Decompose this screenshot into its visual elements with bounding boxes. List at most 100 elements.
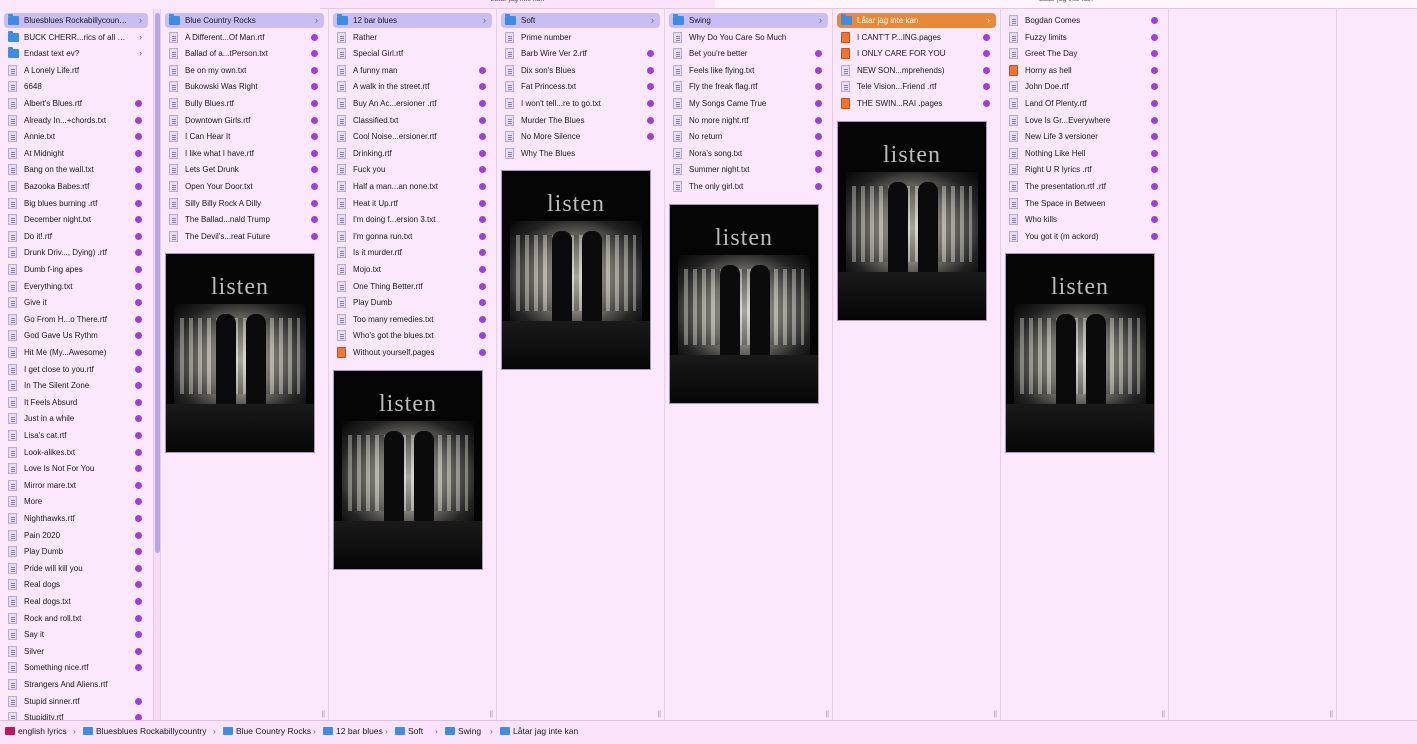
file-row[interactable]: Love Is Gr...Everywhere [1005, 113, 1164, 128]
file-row[interactable]: Buy An Ac...ersioner .rtf [333, 96, 492, 111]
file-row[interactable]: God Gave Us Rythm [4, 328, 148, 343]
file-row[interactable]: I like what I have.rtf [165, 146, 324, 161]
column-blue-country-rocks[interactable]: 12 bar blues › Rather Special Girl.rtf A fun… [329, 9, 497, 720]
file-row[interactable]: Mojo.txt [333, 262, 492, 277]
file-row[interactable]: 6648 [4, 79, 148, 94]
column-12-bar-blues[interactable]: Soft › Prime number Barb Wire Ver 2.rtf Dix … [497, 9, 665, 720]
column-resize-handle[interactable]: || [657, 711, 661, 718]
folder-row[interactable]: Soft › [501, 13, 660, 28]
file-row[interactable]: Fuzzy limits [1005, 30, 1164, 45]
file-row[interactable]: It Feels Absurd [4, 395, 148, 410]
file-row[interactable]: New Life 3 versioner [1005, 129, 1164, 144]
file-row[interactable]: Fat Princess.txt [501, 79, 660, 94]
file-row[interactable]: Love Is Not For You [4, 461, 148, 476]
file-row[interactable]: Bully Blues.rtf [165, 96, 324, 111]
file-row[interactable]: Just in a while [4, 411, 148, 426]
file-row[interactable]: Bukowski Was Right [165, 79, 324, 94]
file-row[interactable]: Half a man...an none.txt [333, 179, 492, 194]
file-row[interactable]: Murder The Blues [501, 113, 660, 128]
file-row[interactable]: Nighthawks.rtf [4, 511, 148, 526]
column-empty-2[interactable] [1337, 9, 1417, 720]
column-root[interactable]: Bluesblues Rockabillycountry › BUCK CHERR.… [0, 9, 152, 720]
file-row[interactable]: Prime number [501, 30, 660, 45]
column-root-scrollbar[interactable] [153, 9, 161, 720]
file-row[interactable]: Big blues burning .rtf [4, 196, 148, 211]
file-row[interactable]: I won't tell...re to go.txt [501, 96, 660, 111]
scrollbar-thumb[interactable] [155, 13, 160, 553]
column-resize-handle[interactable]: || [825, 711, 829, 718]
file-row[interactable]: Stupidity.rtf [4, 710, 148, 720]
folder-row[interactable]: 12 bar blues › [333, 13, 492, 28]
file-row[interactable]: Say it [4, 627, 148, 642]
file-row[interactable]: Strangers And Aliens.rtf [4, 677, 148, 692]
file-row[interactable]: Rather [333, 30, 492, 45]
file-row[interactable]: Rock and roll.txt [4, 611, 148, 626]
column-resize-handle[interactable]: || [321, 711, 325, 718]
file-row[interactable]: Lisa's cat.rtf [4, 428, 148, 443]
file-row[interactable]: Already In...+chords.txt [4, 113, 148, 128]
folder-row[interactable]: Endast text ev? › [4, 46, 148, 61]
file-row[interactable]: John Doe.rtf [1005, 79, 1164, 94]
column-swing[interactable]: Låtar jag inte kan › I CANT'T P...ING.page… [833, 9, 1001, 720]
file-row[interactable]: Mirror mare.txt [4, 478, 148, 493]
file-row[interactable]: Why Do You Care So Much [669, 30, 828, 45]
file-row[interactable]: No return [669, 129, 828, 144]
file-row[interactable]: Lets Get Drunk [165, 162, 324, 177]
file-row[interactable]: Tele Vision...Friend .rtf [837, 79, 996, 94]
file-row[interactable]: The Ballad...nald Trump [165, 212, 324, 227]
file-row[interactable]: In The Silent Zone [4, 378, 148, 393]
file-row[interactable]: Special Girl.rtf [333, 46, 492, 61]
file-row[interactable]: More [4, 494, 148, 509]
file-row[interactable]: The presentation.rtf .rtf [1005, 179, 1164, 194]
file-row[interactable]: Too many remedies.txt [333, 312, 492, 327]
file-row[interactable]: December night.txt [4, 212, 148, 227]
file-row[interactable]: A Different...Of Man.rtf [165, 30, 324, 45]
file-row[interactable]: Nora's song.txt [669, 146, 828, 161]
file-row[interactable]: THE SWIN...RAI .pages [837, 96, 996, 111]
file-row[interactable]: At Midnight [4, 146, 148, 161]
folder-row[interactable]: Blue Country Rocks › [165, 13, 324, 28]
file-row[interactable]: Bet you're better [669, 46, 828, 61]
column-latar-jag-inte-kan[interactable]: Bogdan Comes Fuzzy limits Greet The Day Hor… [1001, 9, 1169, 720]
file-row[interactable]: The Devil's...reat Future [165, 229, 324, 244]
file-row[interactable]: Feels like flying.txt [669, 63, 828, 78]
file-row[interactable]: Greet The Day [1005, 46, 1164, 61]
file-row[interactable]: Pride will kill you [4, 561, 148, 576]
file-row[interactable]: Open Your Door.txt [165, 179, 324, 194]
file-row[interactable]: The Space in Between [1005, 196, 1164, 211]
file-row[interactable]: Give it [4, 295, 148, 310]
file-row[interactable]: Dumb f-ing apes [4, 262, 148, 277]
file-row[interactable]: Real dogs.txt [4, 594, 148, 609]
file-row[interactable]: Drunk Driv..., Dying) .rtf [4, 245, 148, 260]
file-row[interactable]: Everything.txt [4, 279, 148, 294]
file-row[interactable]: You got it (m ackord) [1005, 229, 1164, 244]
file-row[interactable]: Do it!.rtf [4, 229, 148, 244]
file-row[interactable]: I Can Hear It [165, 129, 324, 144]
file-row[interactable]: NEW SON...mprehends) [837, 63, 996, 78]
column-resize-handle[interactable]: || [1161, 711, 1165, 718]
file-row[interactable]: Ballad of a...tPerson.txt [165, 46, 324, 61]
file-row[interactable]: Who kills [1005, 212, 1164, 227]
file-row[interactable]: Play Dumb [4, 544, 148, 559]
file-row[interactable]: Pain 2020 [4, 528, 148, 543]
folder-row[interactable]: Låtar jag inte kan › [837, 13, 996, 28]
column-bluesblues[interactable]: Blue Country Rocks › A Different...Of Man.… [161, 9, 329, 720]
file-row[interactable]: My Songs Came True [669, 96, 828, 111]
folder-row[interactable]: BUCK CHERR...rics of all sorts › [4, 30, 148, 45]
file-row[interactable]: Hit Me (My...Awesome) [4, 345, 148, 360]
file-row[interactable]: Albert's Blues.rtf [4, 96, 148, 111]
file-row[interactable]: Land Of Plenty.rtf [1005, 96, 1164, 111]
file-row[interactable]: Silly Billy Rock A Dilly [165, 196, 324, 211]
file-row[interactable]: Barb Wire Ver 2.rtf [501, 46, 660, 61]
file-row[interactable]: A Lonely Life.rtf [4, 63, 148, 78]
file-row[interactable]: I CANT'T P...ING.pages [837, 30, 996, 45]
file-row[interactable]: I'm doing f...ersion 3.txt [333, 212, 492, 227]
file-row[interactable]: One Thing Better.rtf [333, 279, 492, 294]
file-row[interactable]: I'm gonna run.txt [333, 229, 492, 244]
file-row[interactable]: Something nice.rtf [4, 660, 148, 675]
file-row[interactable]: I ONLY CARE FOR YOU [837, 46, 996, 61]
file-row[interactable]: Look-alikes.txt [4, 445, 148, 460]
file-row[interactable]: Fuck you [333, 162, 492, 177]
file-row[interactable]: Nothing Like Hell [1005, 146, 1164, 161]
file-row[interactable]: Cool Noise...ersioner.rtf [333, 129, 492, 144]
